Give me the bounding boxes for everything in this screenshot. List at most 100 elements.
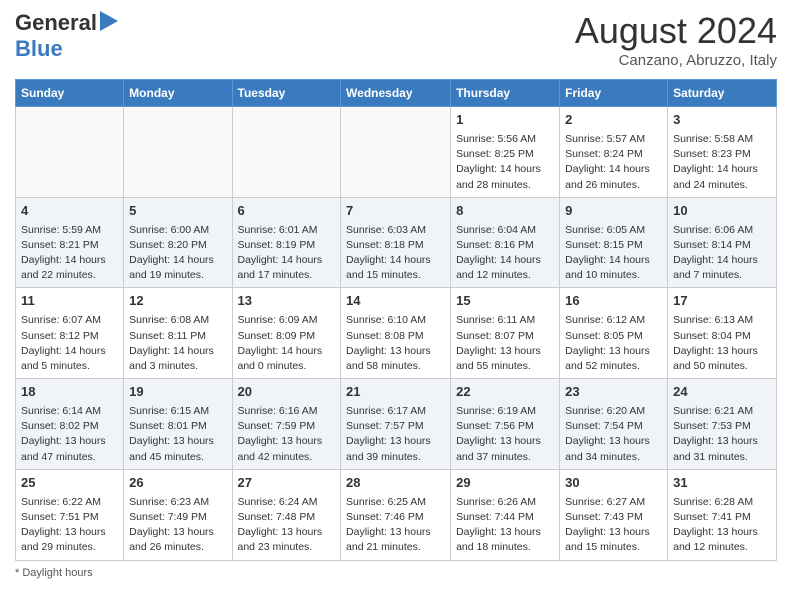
calendar-cell: 10 Sunrise: 6:06 AMSunset: 8:14 PMDayligh… (668, 197, 777, 288)
day-info: Sunset: 7:48 PM (238, 510, 336, 525)
day-info: Daylight: 13 hours and 18 minutes. (456, 525, 554, 555)
day-number: 14 (346, 292, 445, 311)
day-info: Sunrise: 6:08 AM (129, 313, 226, 328)
day-info: Sunrise: 6:09 AM (238, 313, 336, 328)
day-info: Sunset: 7:56 PM (456, 419, 554, 434)
calendar-cell: 29Sunrise: 6:26 AMSunset: 7:44 PMDayligh… (451, 469, 560, 560)
day-info: Sunrise: 6:14 AM (21, 404, 118, 419)
calendar-cell (16, 107, 124, 198)
day-info: Sunrise: 6:03 AM (346, 223, 445, 238)
day-info: Sunset: 7:43 PM (565, 510, 662, 525)
calendar-cell: 7Sunrise: 6:03 AMSunset: 8:18 PMDaylight… (341, 197, 451, 288)
day-info: Daylight: 13 hours and 31 minutes. (673, 434, 771, 464)
calendar-cell: 5Sunrise: 6:00 AMSunset: 8:20 PMDaylight… (124, 197, 232, 288)
day-info: Sunset: 8:12 PM (21, 329, 118, 344)
calendar-cell: 11Sunrise: 6:07 AMSunset: 8:12 PMDayligh… (16, 288, 124, 379)
day-info: Sunrise: 6:15 AM (129, 404, 226, 419)
calendar-cell: 13Sunrise: 6:09 AMSunset: 8:09 PMDayligh… (232, 288, 341, 379)
day-info: Sunset: 7:57 PM (346, 419, 445, 434)
day-number: 29 (456, 474, 554, 493)
day-info: Sunset: 8:21 PM (21, 238, 118, 253)
day-info: Sunset: 8:23 PM (673, 147, 771, 162)
day-number: 13 (238, 292, 336, 311)
calendar-cell: 16Sunrise: 6:12 AMSunset: 8:05 PMDayligh… (560, 288, 668, 379)
day-number: 12 (129, 292, 226, 311)
day-info: Sunset: 7:44 PM (456, 510, 554, 525)
col-header-wednesday: Wednesday (341, 80, 451, 107)
day-info: Sunrise: 6:25 AM (346, 495, 445, 510)
day-number: 7 (346, 202, 445, 221)
calendar-cell: 23Sunrise: 6:20 AMSunset: 7:54 PMDayligh… (560, 379, 668, 470)
day-info: Sunrise: 6:11 AM (456, 313, 554, 328)
day-info: Sunrise: 6:06 AM (673, 223, 771, 238)
day-info: Sunset: 7:53 PM (673, 419, 771, 434)
day-info: Sunrise: 5:57 AM (565, 132, 662, 147)
col-header-thursday: Thursday (451, 80, 560, 107)
day-info: Daylight: 13 hours and 42 minutes. (238, 434, 336, 464)
day-info: Daylight: 14 hours and 10 minutes. (565, 253, 662, 283)
day-info: Sunrise: 6:22 AM (21, 495, 118, 510)
calendar-cell: 31Sunrise: 6:28 AMSunset: 7:41 PMDayligh… (668, 469, 777, 560)
day-info: Sunrise: 5:58 AM (673, 132, 771, 147)
day-info: Sunset: 8:20 PM (129, 238, 226, 253)
day-number: 15 (456, 292, 554, 311)
day-info: Daylight: 14 hours and 24 minutes. (673, 162, 771, 192)
day-number: 30 (565, 474, 662, 493)
day-number: 10 (673, 202, 771, 221)
calendar-cell (124, 107, 232, 198)
day-info: Sunrise: 6:20 AM (565, 404, 662, 419)
day-info: Sunrise: 6:17 AM (346, 404, 445, 419)
calendar-cell: 19Sunrise: 6:15 AMSunset: 8:01 PMDayligh… (124, 379, 232, 470)
day-number: 1 (456, 111, 554, 130)
day-info: Sunset: 8:02 PM (21, 419, 118, 434)
week-row-5: 25Sunrise: 6:22 AMSunset: 7:51 PMDayligh… (16, 469, 777, 560)
day-number: 23 (565, 383, 662, 402)
week-row-1: 1Sunrise: 5:56 AMSunset: 8:25 PMDaylight… (16, 107, 777, 198)
day-info: Sunrise: 6:23 AM (129, 495, 226, 510)
day-info: Sunrise: 6:28 AM (673, 495, 771, 510)
day-info: Daylight: 13 hours and 29 minutes. (21, 525, 118, 555)
day-info: Daylight: 14 hours and 15 minutes. (346, 253, 445, 283)
page-header: General Blue August 2024 Canzano, Abruzz… (15, 10, 777, 69)
day-info: Daylight: 14 hours and 26 minutes. (565, 162, 662, 192)
calendar-cell: 6Sunrise: 6:01 AMSunset: 8:19 PMDaylight… (232, 197, 341, 288)
day-info: Sunset: 8:25 PM (456, 147, 554, 162)
calendar-table: SundayMondayTuesdayWednesdayThursdayFrid… (15, 79, 777, 561)
week-row-2: 4Sunrise: 5:59 AMSunset: 8:21 PMDaylight… (16, 197, 777, 288)
day-number: 9 (565, 202, 662, 221)
day-info: Sunset: 7:51 PM (21, 510, 118, 525)
day-info: Sunrise: 6:16 AM (238, 404, 336, 419)
calendar-cell: 18Sunrise: 6:14 AMSunset: 8:02 PMDayligh… (16, 379, 124, 470)
day-info: Sunrise: 6:24 AM (238, 495, 336, 510)
calendar-cell: 14Sunrise: 6:10 AMSunset: 8:08 PMDayligh… (341, 288, 451, 379)
day-info: Daylight: 14 hours and 7 minutes. (673, 253, 771, 283)
day-info: Sunset: 8:24 PM (565, 147, 662, 162)
day-number: 3 (673, 111, 771, 130)
calendar-cell: 22Sunrise: 6:19 AMSunset: 7:56 PMDayligh… (451, 379, 560, 470)
day-info: Sunset: 8:15 PM (565, 238, 662, 253)
day-info: Daylight: 13 hours and 12 minutes. (673, 525, 771, 555)
day-info: Sunset: 8:01 PM (129, 419, 226, 434)
calendar-cell: 20Sunrise: 6:16 AMSunset: 7:59 PMDayligh… (232, 379, 341, 470)
col-header-sunday: Sunday (16, 80, 124, 107)
col-header-tuesday: Tuesday (232, 80, 341, 107)
day-info: Daylight: 13 hours and 23 minutes. (238, 525, 336, 555)
day-info: Daylight: 14 hours and 5 minutes. (21, 344, 118, 374)
calendar-cell: 8Sunrise: 6:04 AMSunset: 8:16 PMDaylight… (451, 197, 560, 288)
day-info: Daylight: 13 hours and 55 minutes. (456, 344, 554, 374)
col-header-friday: Friday (560, 80, 668, 107)
calendar-cell (232, 107, 341, 198)
title-area: August 2024 Canzano, Abruzzo, Italy (575, 10, 777, 69)
day-info: Sunrise: 6:00 AM (129, 223, 226, 238)
day-info: Sunset: 8:14 PM (673, 238, 771, 253)
day-number: 18 (21, 383, 118, 402)
day-info: Sunrise: 6:10 AM (346, 313, 445, 328)
calendar-cell: 12Sunrise: 6:08 AMSunset: 8:11 PMDayligh… (124, 288, 232, 379)
day-info: Sunset: 7:49 PM (129, 510, 226, 525)
calendar-header-row: SundayMondayTuesdayWednesdayThursdayFrid… (16, 80, 777, 107)
day-info: Sunrise: 6:12 AM (565, 313, 662, 328)
day-info: Sunset: 8:19 PM (238, 238, 336, 253)
logo-arrow-icon (100, 11, 118, 36)
month-year-title: August 2024 (575, 10, 777, 52)
day-info: Sunrise: 6:21 AM (673, 404, 771, 419)
